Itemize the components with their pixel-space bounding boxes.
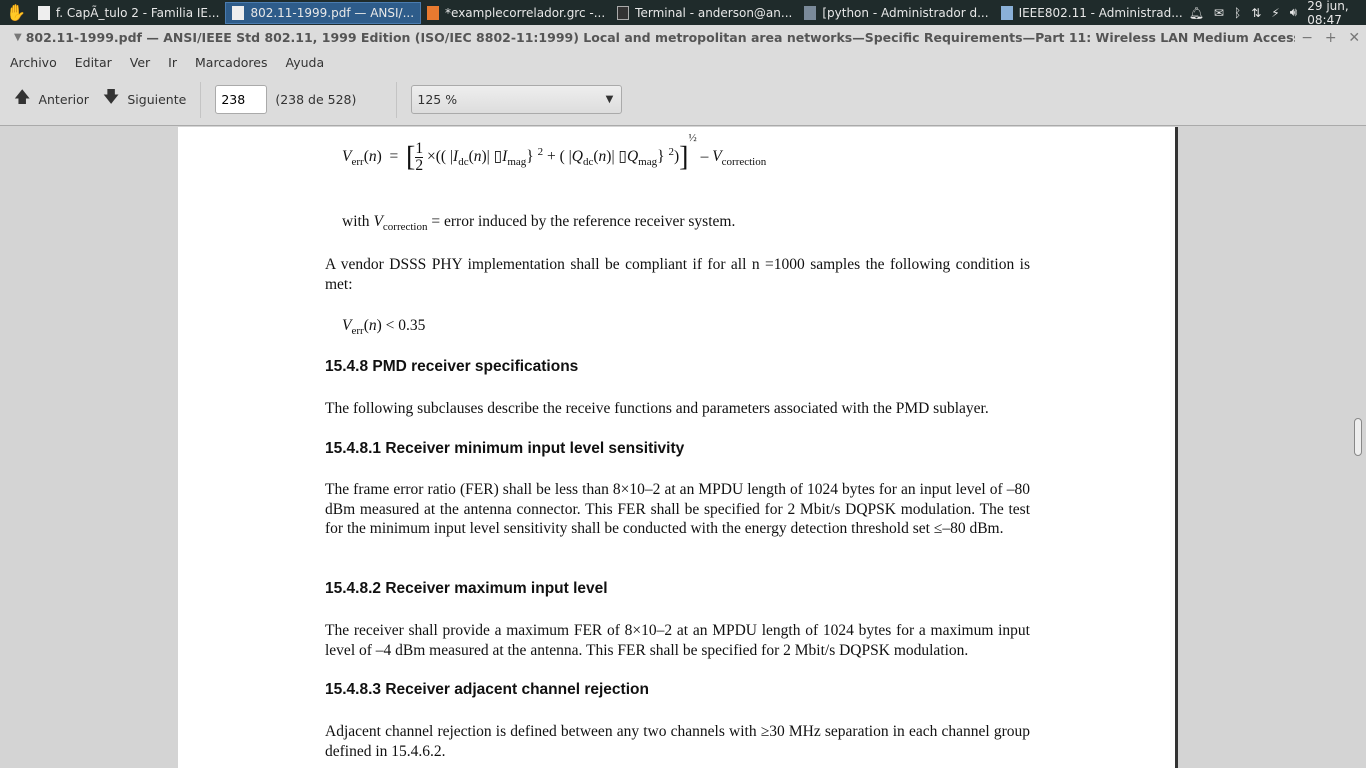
document-icon [37, 5, 50, 20]
previous-page-button[interactable]: 🡅 Anterior [14, 86, 89, 113]
power-icon[interactable]: ⚡ [1271, 6, 1279, 20]
previous-label: Anterior [38, 92, 89, 107]
terminal-icon [617, 5, 630, 20]
equation: Verr(n) = [1 2 ×(( |Idc(n)| ▯Imag} 2 + ( … [342, 131, 767, 174]
start-menu-icon[interactable]: ✋ [0, 2, 32, 24]
paragraph: The following subclauses describe the re… [325, 400, 989, 417]
window-menu-icon[interactable]: ▼ [10, 32, 26, 43]
task-grc[interactable]: *examplecorrelador.grc -... [421, 2, 611, 24]
menu-marcadores[interactable]: Marcadores [195, 55, 268, 70]
with-text: = error induced by the reference receive… [431, 213, 736, 230]
toolbar: 🡅 Anterior 🡇 Siguiente (238 de 528) 125 % ▼ [0, 74, 1366, 126]
task-folder-python[interactable]: [python - Administrador d... [798, 2, 994, 24]
paragraph: A vendor DSSS PHY implementation shall b… [325, 256, 1030, 293]
pdf-page: Verr(n) = [1 2 ×(( |Idc(n)| ▯Imag} 2 + ( … [178, 127, 1178, 768]
task-document[interactable]: f. CapÃ_tulo 2 - Familia IE... [32, 2, 226, 24]
notification-bell-icon[interactable]: 🔔︎ [1189, 6, 1204, 20]
condition-text: < 0.35 [385, 317, 426, 334]
paragraph: The frame error ratio (FER) shall be les… [325, 481, 1030, 538]
task-terminal[interactable]: Terminal - anderson@an... [611, 2, 798, 24]
close-button[interactable]: ✕ [1342, 30, 1366, 46]
paragraph: Adjacent channel rejection is defined be… [325, 723, 1030, 760]
system-tray: 🔔︎ ✉ ᛒ ⇅ ⚡ 🔊︎ 29 jun, 08:47 [1189, 0, 1366, 27]
separator [200, 81, 202, 118]
task-label: [python - Administrador d... [822, 5, 989, 20]
mail-icon[interactable]: ✉ [1214, 6, 1224, 20]
task-label: f. CapÃ_tulo 2 - Familia IE... [55, 5, 220, 20]
page-count: (238 de 528) [275, 92, 357, 107]
chevron-down-icon: ▼ [605, 94, 614, 105]
scrollbar-thumb[interactable] [1354, 418, 1362, 456]
task-label: 802.11-1999.pdf — ANSI/... [250, 5, 415, 20]
next-label: Siguiente [127, 92, 187, 107]
bluetooth-icon[interactable]: ᛒ [1234, 6, 1241, 20]
pdf-icon [232, 5, 245, 20]
menubar: Archivo Editar Ver Ir Marcadores Ayuda [0, 50, 1366, 74]
zoom-value: 125 % [417, 92, 458, 107]
task-label: Terminal - anderson@an... [635, 5, 793, 20]
heading: 15.4.8 PMD receiver specifications [325, 358, 579, 375]
page-number-input[interactable] [215, 85, 268, 114]
heading: 15.4.8.3 Receiver adjacent channel rejec… [325, 681, 649, 698]
task-label: IEEE802.11 - Administrad... [1018, 5, 1183, 20]
vertical-scrollbar[interactable] [1350, 127, 1366, 768]
heading: 15.4.8.2 Receiver maximum input level [325, 580, 608, 597]
minimize-button[interactable]: − [1295, 30, 1319, 46]
menu-ver[interactable]: Ver [130, 55, 150, 70]
folder-icon [804, 5, 817, 20]
with-line: with Vcorrection = error induced by the … [342, 213, 736, 234]
task-pdf[interactable]: 802.11-1999.pdf — ANSI/... [225, 1, 422, 24]
task-label: *examplecorrelador.grc -... [445, 5, 606, 20]
window-titlebar: ▼ 802.11-1999.pdf — ANSI/IEEE Std 802.11… [0, 25, 1366, 50]
separator [396, 81, 398, 118]
menu-archivo[interactable]: Archivo [10, 55, 57, 70]
folder-icon [1000, 5, 1013, 20]
arrow-up-icon: 🡅 [14, 87, 31, 106]
maximize-button[interactable]: + [1319, 30, 1343, 46]
next-page-button[interactable]: 🡇 Siguiente [103, 86, 186, 113]
window-title: 802.11-1999.pdf — ANSI/IEEE Std 802.11, … [25, 30, 1296, 45]
menu-ir[interactable]: Ir [168, 55, 177, 70]
volume-icon[interactable]: 🔊︎ [1290, 5, 1298, 20]
task-folder-ieee[interactable]: IEEE802.11 - Administrad... [995, 2, 1189, 24]
zoom-select[interactable]: 125 % ▼ [411, 85, 623, 114]
paragraph: The receiver shall provide a maximum FER… [325, 622, 1030, 659]
menu-editar[interactable]: Editar [75, 55, 112, 70]
heading: 15.4.8.1 Receiver minimum input level se… [325, 440, 685, 457]
taskbar: ✋ f. CapÃ_tulo 2 - Familia IE... 802.11-… [0, 0, 1366, 27]
clock[interactable]: 29 jun, 08:47 [1307, 0, 1360, 27]
arrow-down-icon: 🡇 [102, 87, 120, 106]
condition: Verr(n) < 0.35 [342, 317, 426, 338]
network-icon[interactable]: ⇅ [1251, 6, 1261, 20]
gnuradio-icon [427, 5, 440, 20]
menu-ayuda[interactable]: Ayuda [286, 55, 325, 70]
